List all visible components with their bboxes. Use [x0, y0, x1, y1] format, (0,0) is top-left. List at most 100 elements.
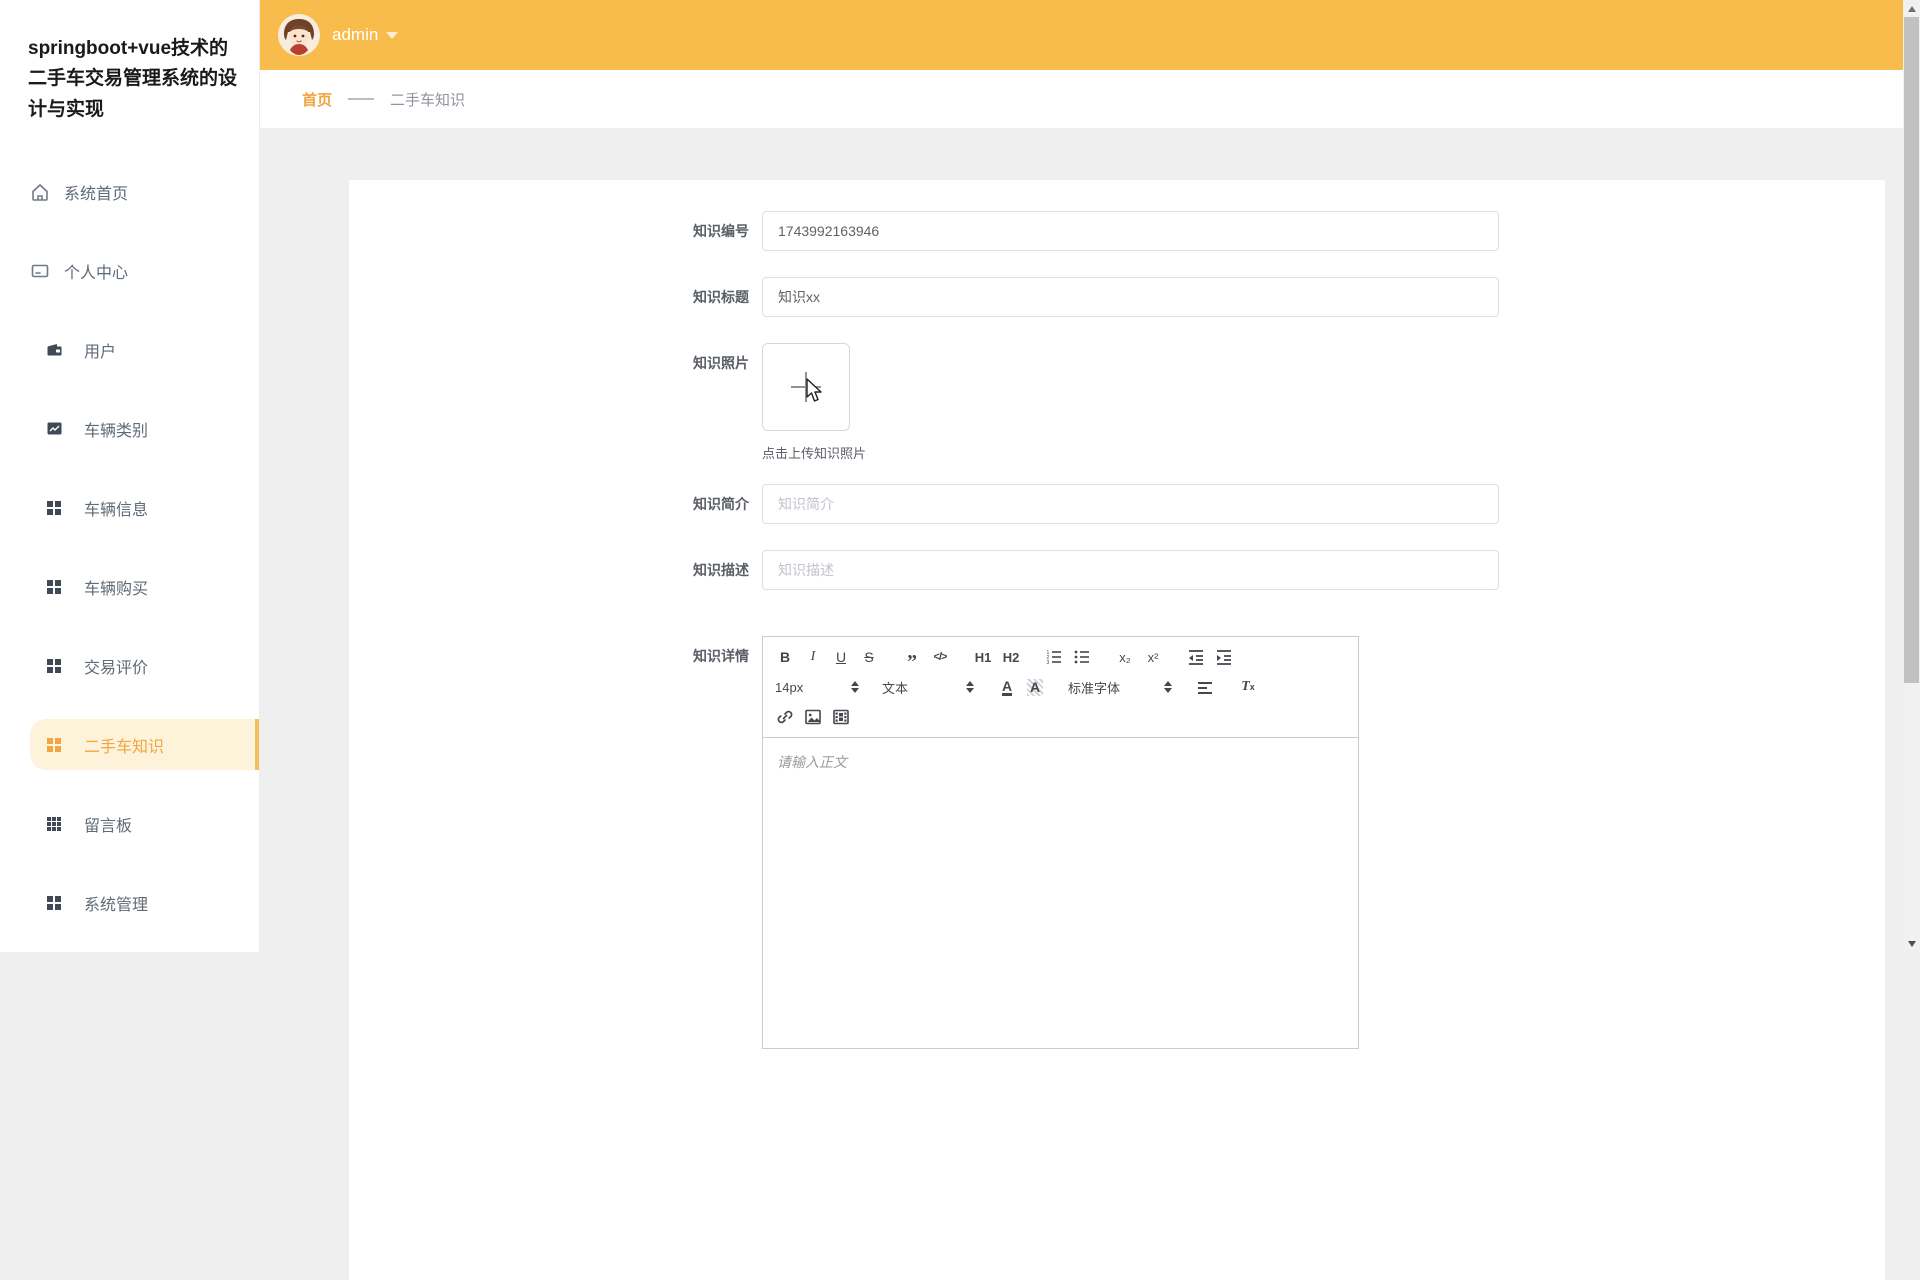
photo-upload-button[interactable]	[762, 343, 850, 431]
grid-icon	[44, 893, 64, 913]
sidebar-item-profile[interactable]: 个人中心	[0, 231, 259, 310]
paragraph-style-select[interactable]: 文本	[878, 675, 978, 699]
rich-text-editor: B I U S ” </> H1	[762, 636, 1359, 1049]
underline-button[interactable]: U	[827, 645, 855, 669]
editor-content[interactable]: 请输入正文	[763, 738, 1358, 1048]
font-family-select[interactable]: 标准字体	[1064, 675, 1176, 699]
field-label: 知识编号	[349, 211, 762, 251]
strikethrough-button[interactable]: S	[855, 645, 883, 669]
video-icon[interactable]	[827, 705, 855, 729]
triangle-up-icon	[1908, 6, 1916, 12]
form-row-knowledge-title: 知识标题	[349, 277, 1885, 317]
sidebar-item-label: 车辆信息	[84, 496, 148, 520]
highlight-color-icon[interactable]: A	[1021, 675, 1049, 699]
sidebar-item-label: 系统管理	[84, 891, 148, 915]
sidebar-item-usedcar-knowledge[interactable]: 二手车知识	[0, 705, 259, 784]
form-card: 知识编号 知识标题 知识照片 点击上传知识照片	[349, 180, 1885, 1280]
briefcase-icon	[44, 340, 64, 360]
knowledge-desc-input[interactable]	[762, 550, 1499, 590]
chevron-down-icon[interactable]	[386, 32, 398, 39]
grid-icon	[44, 498, 64, 518]
sidebar-item-vehicle-purchase[interactable]: 车辆购买	[0, 547, 259, 626]
link-icon[interactable]	[771, 705, 799, 729]
h1-button[interactable]: H1	[969, 645, 997, 669]
sidebar-item-label: 车辆类别	[84, 417, 148, 441]
text-color-icon[interactable]: A	[993, 675, 1021, 699]
clean-format-icon[interactable]: Tx	[1234, 675, 1262, 699]
bold-button[interactable]: B	[771, 645, 799, 669]
sidebar-item-label: 留言板	[84, 812, 132, 836]
sidebar-item-home[interactable]: 系统首页	[0, 152, 259, 231]
scroll-down-button[interactable]	[1903, 935, 1920, 952]
sidebar-item-system-manage[interactable]: 系统管理	[0, 863, 259, 942]
form-row-knowledge-id: 知识编号	[349, 211, 1885, 251]
align-icon[interactable]	[1191, 675, 1219, 699]
italic-button[interactable]: I	[799, 645, 827, 669]
updown-arrows-icon	[851, 681, 859, 693]
sidebar-item-label: 系统首页	[64, 180, 128, 204]
scroll-up-button[interactable]	[1903, 0, 1920, 17]
sidebar: springboot+vue技术的二手车交易管理系统的设计与实现 系统首页 个人…	[0, 0, 260, 952]
sidebar-item-label: 车辆购买	[84, 575, 148, 599]
sidebar-item-trade-review[interactable]: 交易评价	[0, 626, 259, 705]
outdent-icon[interactable]	[1182, 645, 1210, 669]
sidebar-item-label: 二手车知识	[84, 733, 164, 757]
editor-toolbar: B I U S ” </> H1	[763, 637, 1358, 738]
sidebar-item-vehicle-category[interactable]: 车辆类别	[0, 389, 259, 468]
grid-icon	[44, 656, 64, 676]
sidebar-item-message-board[interactable]: 留言板	[0, 784, 259, 863]
paragraph-style-value: 文本	[882, 678, 908, 697]
font-family-value: 标准字体	[1068, 678, 1120, 697]
field-label: 知识照片	[349, 343, 762, 462]
sidebar-item-label: 交易评价	[84, 654, 148, 678]
breadcrumb-current: 二手车知识	[390, 89, 465, 110]
field-label: 知识简介	[349, 484, 762, 524]
triangle-down-icon	[1908, 941, 1916, 947]
upload-hint: 点击上传知识照片	[762, 443, 866, 462]
knowledge-id-input[interactable]	[762, 211, 1499, 251]
topbar: admin	[260, 0, 1903, 70]
sidebar-menu: 系统首页 个人中心 用户 车辆类别 车辆信息	[0, 152, 259, 942]
updown-arrows-icon	[966, 681, 974, 693]
home-icon	[30, 182, 50, 202]
trend-chart-icon	[44, 419, 64, 439]
app-title: springboot+vue技术的二手车交易管理系统的设计与实现	[0, 0, 259, 125]
form-row-knowledge-photo: 知识照片 点击上传知识照片	[349, 343, 1885, 462]
menu-grid-icon	[44, 814, 64, 834]
bullet-list-icon[interactable]	[1068, 645, 1096, 669]
svg-text:3: 3	[1047, 660, 1050, 666]
main-content: 知识编号 知识标题 知识照片 点击上传知识照片	[260, 128, 1903, 952]
form-row-knowledge-intro: 知识简介	[349, 484, 1885, 524]
editor-placeholder: 请输入正文	[777, 754, 847, 770]
sidebar-item-label: 用户	[84, 338, 116, 362]
sidebar-item-vehicle-info[interactable]: 车辆信息	[0, 468, 259, 547]
indent-icon[interactable]	[1210, 645, 1238, 669]
avatar[interactable]	[278, 14, 320, 56]
profile-card-icon	[30, 261, 50, 281]
knowledge-intro-input[interactable]	[762, 484, 1499, 524]
breadcrumb-separator	[348, 98, 374, 100]
font-size-select[interactable]: 14px	[771, 675, 863, 699]
h2-button[interactable]: H2	[997, 645, 1025, 669]
username[interactable]: admin	[332, 25, 378, 45]
sidebar-item-users[interactable]: 用户	[0, 310, 259, 389]
breadcrumb: 首页 二手车知识	[260, 70, 1903, 128]
image-icon[interactable]	[799, 705, 827, 729]
field-label: 知识标题	[349, 277, 762, 317]
code-block-button[interactable]: </>	[926, 645, 954, 669]
vertical-scrollbar[interactable]	[1903, 0, 1920, 952]
ordered-list-icon[interactable]: 123	[1040, 645, 1068, 669]
subscript-button[interactable]: x₂	[1111, 645, 1139, 669]
superscript-button[interactable]: x²	[1139, 645, 1167, 669]
sidebar-item-label: 个人中心	[64, 259, 128, 283]
scrollbar-thumb[interactable]	[1904, 17, 1919, 683]
form-row-knowledge-desc: 知识描述	[349, 550, 1885, 590]
breadcrumb-home[interactable]: 首页	[302, 89, 332, 110]
blockquote-button[interactable]: ”	[898, 645, 926, 669]
field-label: 知识描述	[349, 550, 762, 590]
knowledge-title-input[interactable]	[762, 277, 1499, 317]
plus-icon	[791, 372, 821, 402]
knowledge-form: 知识编号 知识标题 知识照片 点击上传知识照片	[349, 180, 1885, 1049]
font-size-value: 14px	[775, 680, 803, 695]
updown-arrows-icon	[1164, 681, 1172, 693]
